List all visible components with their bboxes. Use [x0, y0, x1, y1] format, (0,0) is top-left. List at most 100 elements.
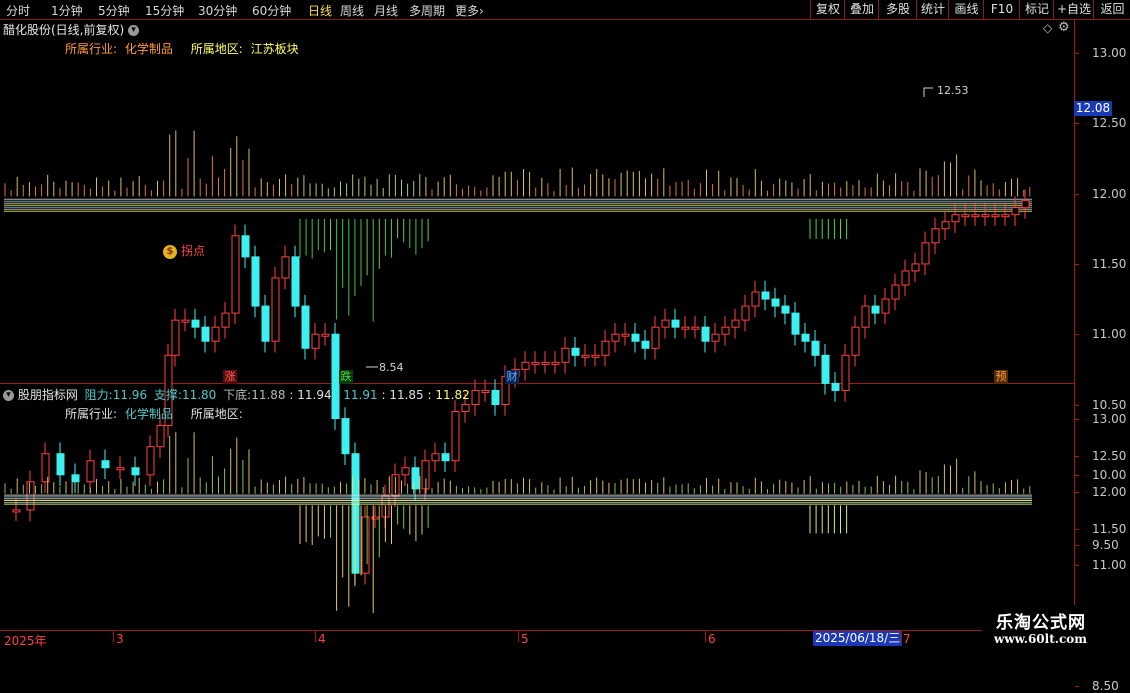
- high-price-label: 12.53: [937, 84, 969, 97]
- indicator-name: 股朋指标网: [17, 388, 78, 402]
- chevron-down-icon[interactable]: ▾: [128, 25, 140, 36]
- candle-body: [651, 326, 660, 349]
- candle-body: [56, 453, 65, 476]
- candle-body: [541, 361, 550, 365]
- main-price-tick: [1075, 404, 1079, 406]
- candlestick-chart[interactable]: [0, 0, 1130, 650]
- pivot-label: 拐点: [181, 244, 206, 258]
- resistance-label: 阻力:: [84, 388, 113, 402]
- candle-body: [581, 354, 590, 358]
- candle-body: [751, 291, 760, 307]
- candle-body: [701, 326, 710, 342]
- candle-body: [351, 453, 360, 574]
- stock-title-text: 醋化股份(日线,前复权): [3, 23, 125, 37]
- support-label: 支撑:: [153, 388, 182, 402]
- candle-body: [831, 382, 840, 391]
- candle-body: [171, 319, 180, 356]
- indicator-tick: [1075, 419, 1079, 420]
- event-tag-forecast[interactable]: 预: [994, 370, 1008, 384]
- candle-body: [271, 277, 280, 342]
- candle-body: [71, 474, 80, 483]
- watermark-brand: 乐淘公式网: [996, 613, 1086, 633]
- main-price-tick-label: 8.50: [1092, 678, 1119, 693]
- main-price-tick-label: 13.00: [1092, 46, 1127, 60]
- candle-body: [991, 214, 1000, 218]
- indicator-value-1: : 11.94: [289, 388, 332, 402]
- main-price-tick-label: 12.00: [1092, 186, 1127, 201]
- candle-body: [621, 333, 630, 337]
- candle-body: [821, 354, 830, 384]
- candle-body: [441, 453, 450, 462]
- main-price-tick: [1075, 123, 1079, 125]
- candle-body: [691, 326, 700, 330]
- watermark: 乐淘公式网 www.60lt.com: [982, 605, 1130, 650]
- candle-body: [86, 460, 95, 483]
- candle-body: [1011, 207, 1020, 216]
- bottom-label: 下底:: [223, 388, 252, 402]
- bottom-value: 11.88: [251, 388, 286, 402]
- candle-body: [881, 298, 890, 314]
- candle-body: [1001, 214, 1010, 218]
- candle-body: [341, 418, 350, 455]
- low-price-label: 8.54: [379, 361, 404, 374]
- chevron-down-icon[interactable]: ▾: [3, 390, 14, 401]
- candle-body: [281, 256, 290, 279]
- candle-body: [631, 333, 640, 342]
- candle-body: [941, 221, 950, 230]
- candle-body: [641, 340, 650, 349]
- indicator-tick-label: 11.50: [1092, 521, 1127, 536]
- candle-body: [1021, 200, 1030, 209]
- candle-body: [251, 256, 260, 307]
- indicator-tick: [1075, 492, 1079, 494]
- indicator-region-label: 所属地区:: [190, 407, 243, 421]
- main-price-tick: [1075, 193, 1079, 195]
- candle-body: [891, 284, 900, 300]
- main-price-tick: [1075, 334, 1079, 336]
- candle-body: [961, 214, 970, 218]
- indicator-value-4: : 11.82: [427, 388, 470, 402]
- candle-body: [116, 467, 125, 471]
- candle-body: [521, 361, 530, 370]
- event-tag-rise[interactable]: 涨: [223, 370, 237, 384]
- candle-body: [971, 214, 980, 218]
- high-pointer: [923, 87, 933, 97]
- candle-body: [131, 467, 140, 476]
- candle-body: [221, 312, 230, 328]
- candle-body: [156, 425, 165, 448]
- candle-body: [401, 467, 410, 476]
- gear-icon[interactable]: ⚙: [1058, 20, 1070, 35]
- candle-body: [191, 319, 200, 328]
- candle-body: [951, 214, 960, 223]
- candle-body: [721, 326, 730, 335]
- indicator-industry-label: 所属行业:: [65, 407, 118, 421]
- candle-body: [981, 214, 990, 218]
- support-value: 11.80: [181, 388, 217, 402]
- candle-body: [911, 263, 920, 272]
- main-price-tick: [1075, 53, 1079, 54]
- candle-body: [571, 347, 580, 356]
- candle-body: [451, 411, 460, 462]
- month-label-3: 3: [116, 632, 124, 646]
- candle-body: [551, 361, 560, 365]
- diamond-icon[interactable]: ◇: [1043, 21, 1052, 35]
- candle-body: [741, 305, 750, 321]
- indicator-tick: [1075, 455, 1079, 457]
- industry-value: 化学制品: [124, 42, 173, 56]
- resistance-value: 11.96: [112, 388, 148, 402]
- indicator-tick-label: 13.00: [1092, 412, 1127, 426]
- month-label-5: 5: [521, 632, 529, 646]
- current-price-tag: 12.08: [1074, 101, 1112, 116]
- main-price-tick: [1075, 685, 1079, 687]
- candle-body: [671, 319, 680, 328]
- candle-body: [491, 389, 500, 406]
- candle-body: [841, 354, 850, 391]
- candle-body: [591, 354, 600, 358]
- candle-body: [261, 305, 270, 342]
- selected-date-label: 2025/06/18/三: [813, 631, 903, 646]
- event-tag-fall[interactable]: 跌: [339, 370, 353, 384]
- main-price-tick-label: 9.50: [1092, 538, 1119, 553]
- main-price-tick-label: 11.00: [1092, 327, 1127, 342]
- main-price-tick-label: 11.50: [1092, 256, 1127, 271]
- event-tag-finance[interactable]: 财: [505, 370, 519, 384]
- candle-body: [481, 389, 490, 393]
